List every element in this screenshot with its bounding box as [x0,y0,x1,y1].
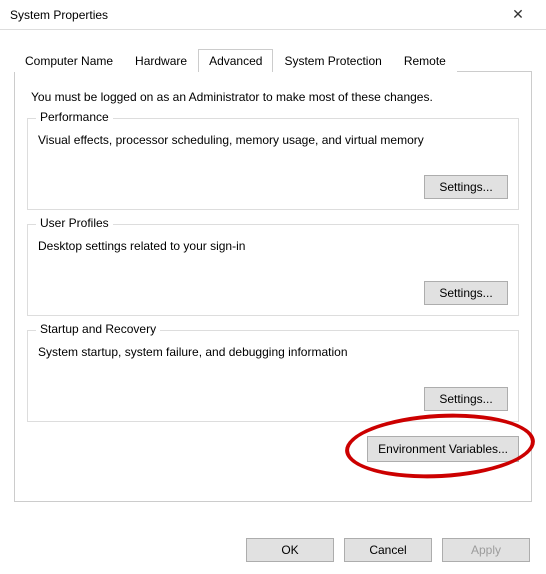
tabstrip: Computer Name Hardware Advanced System P… [14,48,532,72]
close-icon[interactable]: ✕ [498,1,538,29]
startup-desc: System startup, system failure, and debu… [38,345,508,359]
tabpanel-advanced: You must be logged on as an Administrato… [14,72,532,502]
group-legend-startup: Startup and Recovery [36,322,160,336]
group-legend-performance: Performance [36,110,113,124]
ok-button[interactable]: OK [246,538,334,562]
environment-variables-button[interactable]: Environment Variables... [367,436,519,462]
tab-hardware[interactable]: Hardware [124,49,198,72]
tab-system-protection[interactable]: System Protection [273,49,392,72]
user-profiles-settings-button[interactable]: Settings... [424,281,508,305]
performance-settings-button[interactable]: Settings... [424,175,508,199]
group-legend-user-profiles: User Profiles [36,216,113,230]
apply-button[interactable]: Apply [442,538,530,562]
admin-notice: You must be logged on as an Administrato… [31,90,515,104]
tab-remote[interactable]: Remote [393,49,457,72]
cancel-button[interactable]: Cancel [344,538,432,562]
group-user-profiles: User Profiles Desktop settings related t… [27,224,519,316]
tab-computer-name[interactable]: Computer Name [14,49,124,72]
group-startup-recovery: Startup and Recovery System startup, sys… [27,330,519,422]
window-title: System Properties [10,8,108,22]
dialog-content: Computer Name Hardware Advanced System P… [0,30,546,512]
env-vars-row: Environment Variables... [27,436,519,462]
performance-desc: Visual effects, processor scheduling, me… [38,133,508,147]
user-profiles-desc: Desktop settings related to your sign-in [38,239,508,253]
startup-settings-button[interactable]: Settings... [424,387,508,411]
titlebar: System Properties ✕ [0,0,546,30]
group-performance: Performance Visual effects, processor sc… [27,118,519,210]
dialog-buttons: OK Cancel Apply [246,538,530,562]
tab-advanced[interactable]: Advanced [198,49,273,72]
